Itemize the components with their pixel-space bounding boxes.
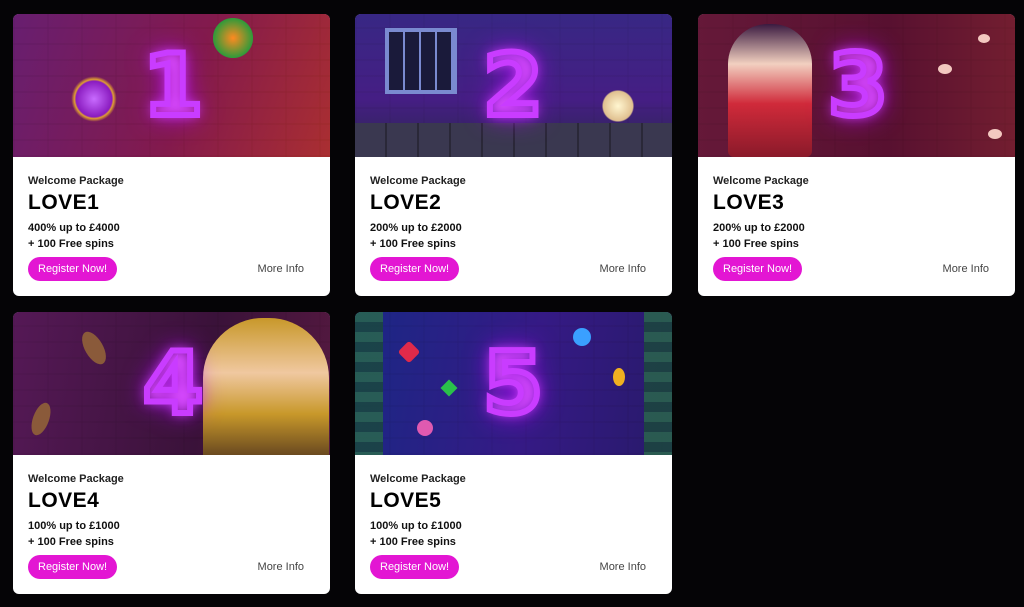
promo-card-love1: 1 Welcome Package LOVE1 400% up to £4000… xyxy=(13,14,330,296)
promo-code: LOVE1 xyxy=(28,191,100,214)
yellow-gem-icon xyxy=(613,368,625,386)
blue-heart-gem-icon xyxy=(573,328,591,346)
promo-banner-love5: 5 xyxy=(355,312,672,455)
promo-banner-love1: 1 xyxy=(13,14,330,157)
free-spins: + 100 Free spins xyxy=(28,238,114,250)
bonus-offer: 200% up to £2000 xyxy=(713,222,805,234)
anime-girl-figure xyxy=(728,24,812,157)
goblet-icon xyxy=(213,18,253,58)
more-info-link[interactable]: More Info xyxy=(258,263,304,275)
vine-left xyxy=(355,312,383,455)
candle-skull-icon xyxy=(600,86,636,126)
promo-banner-love2: 2 xyxy=(355,14,672,157)
free-spins: + 100 Free spins xyxy=(28,536,114,548)
promo-code: LOVE2 xyxy=(370,191,442,214)
banner-number: 2 xyxy=(480,33,546,139)
register-now-button[interactable]: Register Now! xyxy=(370,555,460,579)
pink-gem-icon xyxy=(417,420,433,436)
promo-card-love3: 3 Welcome Package LOVE3 200% up to £2000… xyxy=(698,14,1015,296)
free-spins: + 100 Free spins xyxy=(713,238,799,250)
petal-icon xyxy=(978,34,990,43)
promo-code: LOVE5 xyxy=(370,489,442,512)
promo-code: LOVE4 xyxy=(28,489,100,512)
banner-number: 3 xyxy=(825,33,891,139)
welcome-package-label: Welcome Package xyxy=(28,175,124,187)
more-info-link[interactable]: More Info xyxy=(943,263,989,275)
promo-card-love2: 2 Welcome Package LOVE2 200% up to £2000… xyxy=(355,14,672,296)
bonus-offer: 100% up to £1000 xyxy=(28,520,120,532)
petal-icon xyxy=(938,64,952,74)
promo-code: LOVE3 xyxy=(713,191,785,214)
free-spins: + 100 Free spins xyxy=(370,238,456,250)
vine-right xyxy=(644,312,672,455)
free-spins: + 100 Free spins xyxy=(370,536,456,548)
bonus-offer: 100% up to £1000 xyxy=(370,520,462,532)
promo-banner-love3: 3 xyxy=(698,14,1015,157)
bonus-offer: 200% up to £2000 xyxy=(370,222,462,234)
more-info-link[interactable]: More Info xyxy=(258,561,304,573)
more-info-link[interactable]: More Info xyxy=(600,561,646,573)
register-now-button[interactable]: Register Now! xyxy=(713,257,803,281)
welcome-package-label: Welcome Package xyxy=(28,473,124,485)
promo-card-love4: 4 Welcome Package LOVE4 100% up to £1000… xyxy=(13,312,330,594)
bonus-offer: 400% up to £4000 xyxy=(28,222,120,234)
register-now-button[interactable]: Register Now! xyxy=(370,257,460,281)
amulet-icon xyxy=(71,76,117,122)
banner-number: 4 xyxy=(140,331,206,437)
welcome-package-label: Welcome Package xyxy=(370,175,466,187)
welcome-package-label: Welcome Package xyxy=(370,473,466,485)
welcome-package-label: Welcome Package xyxy=(713,175,809,187)
promo-banner-love4: 4 xyxy=(13,312,330,455)
warrior-figure xyxy=(203,318,329,455)
register-now-button[interactable]: Register Now! xyxy=(28,555,118,579)
petal-icon xyxy=(988,129,1002,139)
promo-card-love5: 5 Welcome Package LOVE5 100% up to £1000… xyxy=(355,312,672,594)
window-icon xyxy=(385,28,457,94)
more-info-link[interactable]: More Info xyxy=(600,263,646,275)
register-now-button[interactable]: Register Now! xyxy=(28,257,118,281)
banner-number: 5 xyxy=(480,331,546,437)
banner-number: 1 xyxy=(140,33,206,139)
